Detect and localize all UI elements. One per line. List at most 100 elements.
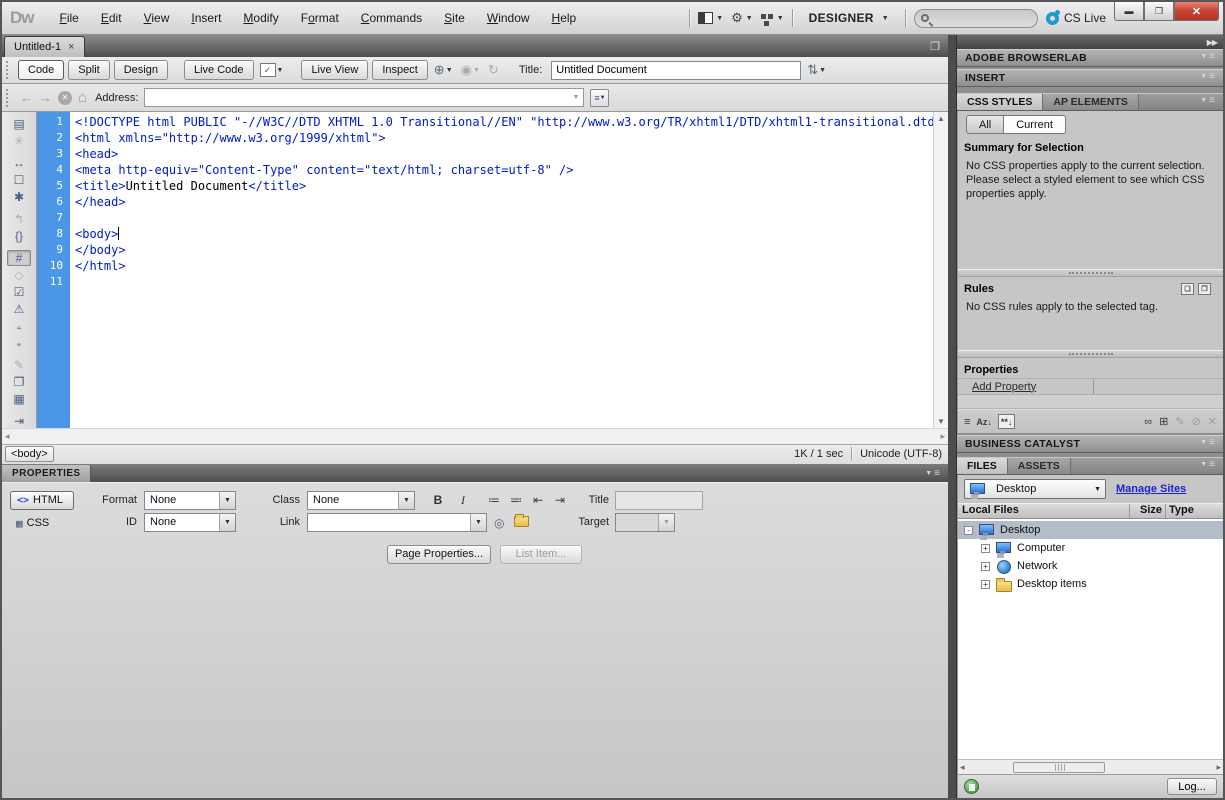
show-cascade-icon[interactable]: ❏: [1181, 283, 1194, 295]
code-line-4[interactable]: <meta http-equiv="Content-Type" content=…: [75, 162, 933, 178]
expand-icon[interactable]: +: [981, 580, 990, 589]
link-combo[interactable]: [307, 513, 487, 532]
line-numbers-icon[interactable]: #: [7, 250, 31, 266]
new-css-rule-icon[interactable]: ⊞: [1159, 415, 1168, 428]
business-catalyst-panel-bar[interactable]: BUSINESS CATALYST ▼≡: [957, 435, 1223, 453]
insert-panel-bar[interactable]: INSERT ▼≡: [957, 69, 1223, 87]
address-input[interactable]: ▼: [144, 88, 584, 107]
code-line-6[interactable]: </head>: [75, 194, 933, 210]
design-view-button[interactable]: Design: [114, 60, 168, 80]
current-mode-button[interactable]: Current: [1004, 115, 1066, 134]
check-browser-compatibility-icon[interactable]: ✓▼: [258, 63, 286, 77]
attach-style-sheet-icon[interactable]: ∞: [1144, 415, 1152, 428]
add-property-link[interactable]: Add Property: [972, 381, 1036, 393]
search-box[interactable]: [914, 9, 1038, 28]
all-mode-button[interactable]: All: [966, 115, 1004, 134]
tab-close-icon[interactable]: ×: [68, 41, 74, 53]
column-local-files[interactable]: Local Files: [958, 504, 1129, 518]
code-line-8[interactable]: <body>: [75, 226, 933, 242]
properties-panel-tab[interactable]: PROPERTIES: [2, 465, 91, 482]
menu-view[interactable]: View: [134, 7, 180, 29]
back-icon[interactable]: ←: [20, 90, 33, 105]
workspace-layout-icon[interactable]: ▼: [698, 12, 723, 24]
minimize-button[interactable]: ▬: [1114, 2, 1144, 21]
menu-help[interactable]: Help: [542, 7, 587, 29]
code-warning-icon[interactable]: ⚠: [7, 301, 31, 317]
home-icon[interactable]: ⌂: [78, 89, 87, 106]
category-view-icon[interactable]: ≡: [964, 416, 970, 428]
code-line-9[interactable]: </body>: [75, 242, 933, 258]
class-dropdown[interactable]: None: [307, 491, 415, 510]
format-dropdown[interactable]: None: [144, 491, 236, 510]
tab-files[interactable]: FILES: [957, 458, 1008, 474]
section-splitter[interactable]: [958, 350, 1223, 358]
inspect-button[interactable]: Inspect: [372, 60, 427, 80]
menu-window[interactable]: Window: [477, 7, 540, 29]
live-view-button[interactable]: Live View: [301, 60, 368, 80]
stop-icon[interactable]: ✕: [58, 91, 72, 105]
live-code-button[interactable]: Live Code: [184, 60, 254, 80]
connect-to-remote-icon[interactable]: [964, 779, 979, 794]
set-properties-view-icon[interactable]: **↓: [998, 414, 1016, 429]
code-pane[interactable]: <!DOCTYPE html PUBLIC "-//W3C//DTD XHTML…: [70, 112, 933, 428]
list-view-icon[interactable]: Az↓: [976, 417, 992, 427]
open-documents-icon[interactable]: ▤: [7, 116, 31, 132]
remove-comment-icon[interactable]: ”: [7, 340, 31, 356]
column-type[interactable]: Type: [1165, 504, 1223, 518]
scrollbar-thumb[interactable]: [1013, 762, 1105, 773]
collapse-selection-icon[interactable]: ☐: [7, 172, 31, 188]
expand-icon[interactable]: +: [981, 562, 990, 571]
live-view-options-icon[interactable]: ≡▼: [590, 89, 609, 107]
document-title-input[interactable]: [551, 61, 801, 80]
tab-assets[interactable]: ASSETS: [1008, 458, 1071, 474]
bold-button[interactable]: B: [427, 491, 449, 510]
menu-modify[interactable]: Modify: [233, 7, 288, 29]
dock-splitter[interactable]: [948, 35, 956, 798]
outdent-icon[interactable]: ⇤: [528, 491, 548, 510]
html-mode-button[interactable]: <>HTML: [10, 491, 74, 510]
panel-menu-icon[interactable]: ▼≡: [1200, 51, 1223, 65]
page-properties-button[interactable]: Page Properties...: [387, 545, 491, 564]
id-dropdown[interactable]: None: [144, 513, 236, 532]
code-line-7[interactable]: [75, 210, 933, 226]
panel-menu-icon[interactable]: ▼≡: [1200, 458, 1223, 474]
preview-in-browser-globe-icon[interactable]: ⊕▼: [432, 62, 455, 78]
collapse-to-icons-bar[interactable]: ▶▶: [957, 35, 1223, 49]
restore-button[interactable]: ❐: [1144, 2, 1174, 21]
close-button[interactable]: ✕: [1174, 2, 1219, 21]
menu-insert[interactable]: Insert: [181, 7, 231, 29]
move-css-rules-icon[interactable]: ▦: [7, 391, 31, 407]
menu-edit[interactable]: Edit: [91, 7, 132, 29]
collapse-icon[interactable]: -: [964, 526, 973, 535]
expand-icon[interactable]: +: [981, 544, 990, 553]
indent-code-icon[interactable]: ⇥: [7, 413, 31, 428]
code-line-10[interactable]: </html>: [75, 258, 933, 274]
recent-snippets-icon[interactable]: ❐: [7, 374, 31, 390]
tab-untitled-1[interactable]: Untitled-1 ×: [4, 36, 85, 57]
apply-comment-icon[interactable]: “: [7, 323, 31, 339]
unordered-list-icon[interactable]: ≔: [484, 491, 504, 510]
tree-row-network[interactable]: +Network: [958, 557, 1223, 575]
code-line-2[interactable]: <html xmlns="http://www.w3.org/1999/xhtm…: [75, 130, 933, 146]
panel-menu-icon[interactable]: ▼≡: [925, 468, 948, 482]
section-splitter[interactable]: [958, 269, 1223, 277]
ordered-list-icon[interactable]: ≕: [506, 491, 526, 510]
point-to-file-icon[interactable]: ◎: [494, 516, 504, 530]
cascade-windows-icon[interactable]: ❐: [930, 40, 940, 53]
files-horizontal-scrollbar[interactable]: ◂▸: [958, 759, 1223, 774]
indent-icon[interactable]: ⇥: [550, 491, 570, 510]
code-line-5[interactable]: <title>Untitled Document</title>: [75, 178, 933, 194]
menu-format[interactable]: Format: [291, 7, 349, 29]
horizontal-scrollbar[interactable]: ◂▸: [2, 428, 948, 444]
menu-file[interactable]: File: [50, 7, 89, 29]
tree-row-computer[interactable]: +Computer: [958, 539, 1223, 557]
panel-menu-icon[interactable]: ▼≡: [1200, 71, 1223, 85]
italic-button[interactable]: I: [452, 491, 474, 510]
search-input[interactable]: [933, 12, 1023, 24]
file-management-icon[interactable]: ⇅▼: [805, 62, 828, 78]
tree-row-desktop-items[interactable]: +Desktop items: [958, 575, 1223, 593]
site-transfer-icon[interactable]: ▼: [761, 12, 784, 25]
forward-icon[interactable]: →: [39, 90, 52, 105]
browserlab-panel-bar[interactable]: ADOBE BROWSERLAB ▼≡: [957, 49, 1223, 67]
balance-braces-icon[interactable]: {}: [7, 228, 31, 244]
